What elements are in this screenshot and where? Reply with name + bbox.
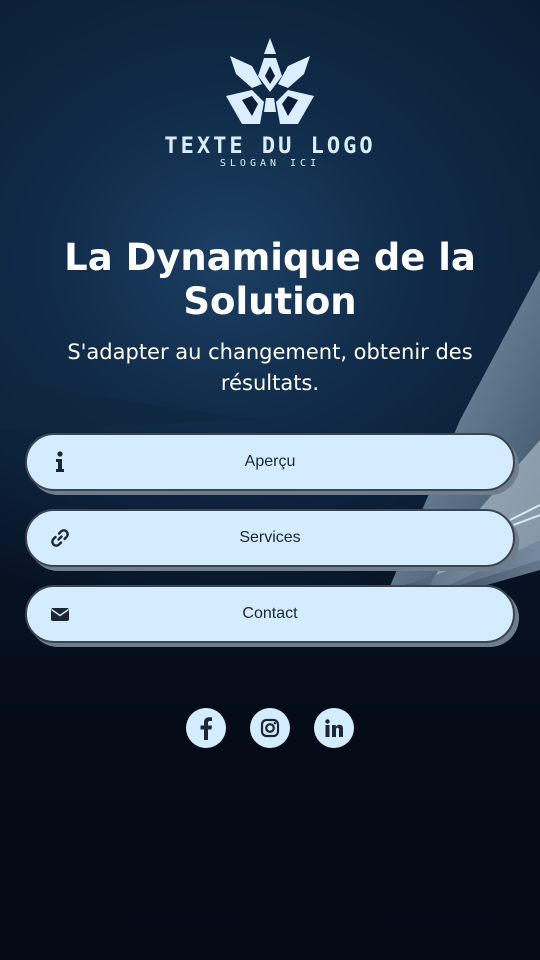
- page-title: La Dynamique de la Solution: [64, 236, 476, 323]
- info-icon: [49, 451, 71, 473]
- envelope-icon: [49, 603, 71, 625]
- services-button-label: Services: [239, 529, 301, 546]
- instagram-button[interactable]: [250, 708, 290, 748]
- link-icon: [49, 527, 71, 549]
- page-subtitle: S'adapter au changement, obtenir des rés…: [67, 340, 473, 395]
- linkedin-button[interactable]: [314, 708, 354, 748]
- facebook-button[interactable]: [186, 708, 226, 748]
- linkedin-icon: [325, 719, 343, 737]
- facebook-icon: [200, 717, 212, 740]
- contact-button[interactable]: Contact: [25, 585, 515, 643]
- services-button[interactable]: Services: [25, 509, 515, 567]
- contact-button-label: Contact: [242, 605, 298, 622]
- instagram-icon: [260, 718, 280, 738]
- apercu-button[interactable]: Aperçu: [25, 433, 515, 491]
- logo: TEXTE DU LOGO SLOGAN ICI: [0, 36, 540, 170]
- logo-slogan: SLOGAN ICI: [219, 158, 321, 169]
- crown-chevron-logo-icon: [226, 38, 314, 124]
- apercu-button-label: Aperçu: [244, 453, 296, 470]
- logo-text: TEXTE DU LOGO: [164, 134, 376, 159]
